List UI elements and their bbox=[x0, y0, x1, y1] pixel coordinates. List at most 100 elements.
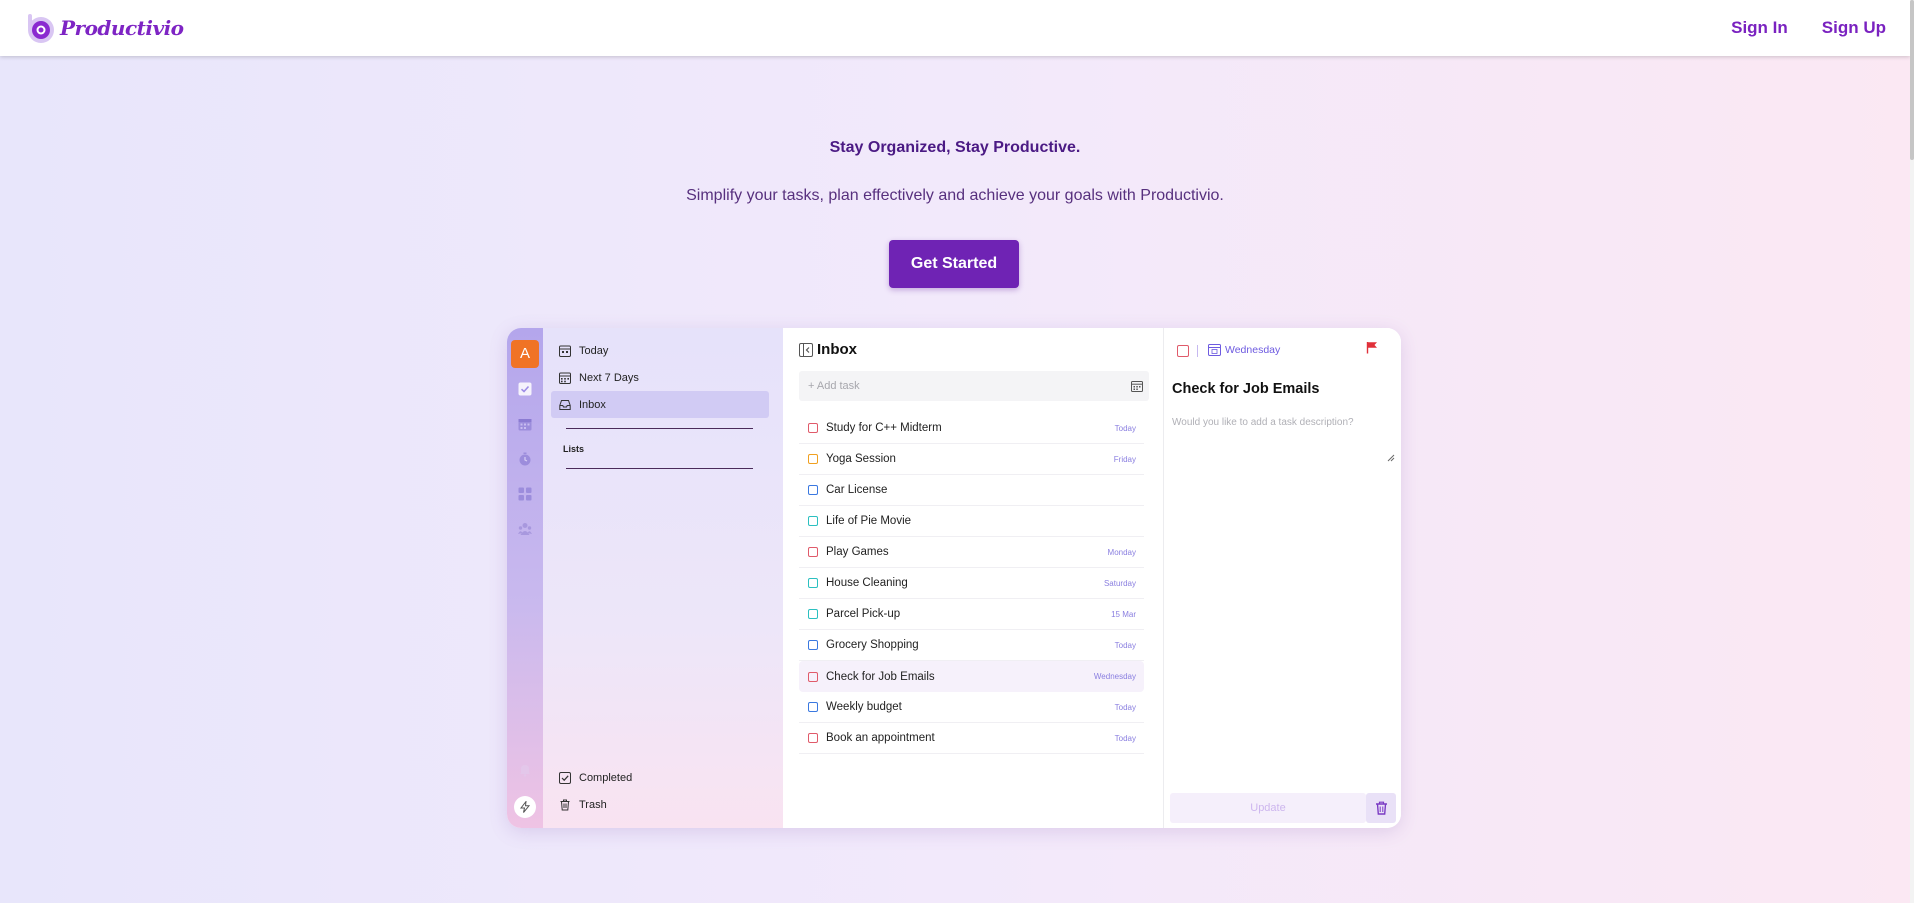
task-due-date: Today bbox=[1114, 640, 1136, 650]
task-title: Check for Job Emails bbox=[826, 670, 935, 683]
task-due-date: Saturday bbox=[1103, 578, 1136, 588]
calendar-icon[interactable] bbox=[1131, 380, 1143, 392]
page-title: Inbox bbox=[817, 341, 857, 358]
get-started-button[interactable]: Get Started bbox=[889, 240, 1019, 288]
due-date-label: Wednesday bbox=[1225, 343, 1281, 356]
task-row-selected[interactable]: Check for Job Emails Wednesday bbox=[799, 661, 1144, 692]
sidebar-item-completed[interactable]: Completed bbox=[551, 764, 769, 791]
team-icon[interactable] bbox=[518, 522, 532, 536]
logo-icon bbox=[26, 12, 58, 44]
calendar-week-icon bbox=[559, 372, 571, 384]
task-due-date: Monday bbox=[1107, 547, 1136, 557]
resize-handle-icon[interactable] bbox=[1387, 454, 1395, 462]
task-checkbox[interactable] bbox=[808, 609, 818, 619]
sign-in-link[interactable]: Sign In bbox=[1731, 18, 1788, 38]
brand-logo[interactable]: Productivio bbox=[26, 12, 184, 44]
task-checkbox[interactable] bbox=[808, 733, 818, 743]
inbox-icon bbox=[559, 399, 571, 410]
check-square-icon bbox=[559, 771, 571, 784]
task-row[interactable]: Parcel Pick-up 15 Mar bbox=[799, 599, 1144, 630]
task-row[interactable]: Car License bbox=[799, 475, 1144, 506]
sidebar: Today Next 7 Days Inbox Lists Completed … bbox=[543, 328, 783, 828]
task-checkbox[interactable] bbox=[808, 671, 818, 682]
task-title: Grocery Shopping bbox=[826, 639, 919, 651]
task-due-date: Today bbox=[1114, 423, 1136, 433]
page-scrollbar[interactable] bbox=[1910, 0, 1914, 903]
add-task-placeholder: + Add task bbox=[808, 380, 860, 392]
task-title: Life of Pie Movie bbox=[826, 515, 912, 527]
task-title: Study for C++ Midterm bbox=[826, 422, 942, 434]
task-title: Play Games bbox=[826, 546, 889, 558]
add-task-input[interactable]: + Add task bbox=[799, 371, 1149, 401]
app-preview: A Today Next 7 Days Inbox Lists Complete… bbox=[507, 328, 1401, 828]
collapse-sidebar-icon[interactable] bbox=[799, 342, 813, 357]
description-input[interactable]: Would you like to add a task description… bbox=[1172, 417, 1354, 428]
task-checkbox[interactable] bbox=[808, 640, 818, 650]
sidebar-item-label: Inbox bbox=[579, 398, 606, 411]
task-checkbox[interactable] bbox=[808, 423, 818, 433]
task-row[interactable]: Yoga Session Friday bbox=[799, 444, 1144, 475]
bolt-icon[interactable] bbox=[514, 796, 536, 818]
trash-icon bbox=[1375, 801, 1387, 815]
sidebar-item-trash[interactable]: Trash bbox=[551, 791, 769, 818]
task-row[interactable]: Play Games Monday bbox=[799, 537, 1144, 568]
delete-task-button[interactable] bbox=[1366, 793, 1396, 823]
update-button[interactable]: Update bbox=[1170, 793, 1366, 823]
check-square-icon[interactable] bbox=[518, 382, 532, 396]
avatar[interactable]: A bbox=[511, 340, 539, 368]
task-due-date: Today bbox=[1114, 733, 1136, 743]
task-row[interactable]: Book an appointment Today bbox=[799, 723, 1144, 754]
task-title: Weekly budget bbox=[826, 701, 902, 713]
sidebar-item-inbox[interactable]: Inbox bbox=[551, 391, 769, 418]
task-due-date: Today bbox=[1114, 702, 1136, 712]
bell-icon[interactable] bbox=[518, 763, 532, 777]
task-due-date: 15 Mar bbox=[1111, 609, 1136, 619]
sidebar-item-label: Today bbox=[579, 344, 609, 357]
grid-icon[interactable] bbox=[518, 487, 532, 501]
due-date-picker[interactable]: Wednesday bbox=[1208, 343, 1280, 356]
brand-name: Productivio bbox=[60, 16, 184, 40]
sidebar-item-today[interactable]: Today bbox=[551, 337, 769, 364]
task-row[interactable]: House Cleaning Saturday bbox=[799, 568, 1144, 599]
top-navbar: Productivio Sign In Sign Up bbox=[0, 0, 1910, 56]
task-title: Book an appointment bbox=[826, 732, 935, 744]
calendar-icon bbox=[1208, 344, 1221, 356]
task-list-panel: Inbox + Add task Study for C++ Midterm T… bbox=[783, 328, 1163, 828]
hero-subtitle: Simplify your tasks, plan effectively an… bbox=[686, 187, 1224, 204]
sidebar-item-label: Completed bbox=[579, 771, 633, 784]
lists-label: Lists bbox=[563, 444, 585, 454]
task-checkbox[interactable] bbox=[808, 547, 818, 557]
task-row[interactable]: Life of Pie Movie bbox=[799, 506, 1144, 537]
sidebar-item-next-7-days[interactable]: Next 7 Days bbox=[551, 364, 769, 391]
task-detail-panel: Wednesday Check for Job Emails Would you… bbox=[1163, 328, 1401, 828]
timer-icon[interactable] bbox=[518, 452, 532, 466]
task-checkbox[interactable] bbox=[808, 516, 818, 526]
calendar-icon[interactable] bbox=[518, 417, 532, 431]
sidebar-item-label: Next 7 Days bbox=[579, 371, 639, 384]
icon-rail: A bbox=[507, 328, 543, 828]
task-row[interactable]: Weekly budget Today bbox=[799, 692, 1144, 723]
sign-up-link[interactable]: Sign Up bbox=[1822, 18, 1886, 38]
scrollbar-thumb[interactable] bbox=[1910, 0, 1914, 160]
detail-title[interactable]: Check for Job Emails bbox=[1172, 381, 1319, 397]
task-checkbox[interactable] bbox=[808, 454, 818, 464]
task-due-date: Friday bbox=[1113, 454, 1136, 464]
task-title: Parcel Pick-up bbox=[826, 608, 901, 620]
sidebar-divider bbox=[566, 468, 753, 469]
task-title: House Cleaning bbox=[826, 577, 908, 589]
task-checkbox[interactable] bbox=[808, 702, 818, 712]
task-checkbox[interactable] bbox=[808, 578, 818, 588]
task-checkbox[interactable] bbox=[808, 485, 818, 495]
sidebar-item-label: Trash bbox=[579, 798, 607, 811]
hero-title: Stay Organized, Stay Productive. bbox=[829, 139, 1081, 156]
task-row[interactable]: Study for C++ Midterm Today bbox=[799, 413, 1144, 444]
task-row[interactable]: Grocery Shopping Today bbox=[799, 630, 1144, 661]
flag-icon[interactable] bbox=[1366, 341, 1378, 354]
detail-checkbox[interactable] bbox=[1177, 345, 1189, 357]
trash-icon bbox=[560, 799, 570, 810]
task-title: Car License bbox=[826, 484, 888, 496]
auth-links: Sign In Sign Up bbox=[1697, 18, 1886, 38]
panel-header: Inbox bbox=[799, 341, 857, 358]
detail-separator bbox=[1197, 345, 1198, 357]
task-title: Yoga Session bbox=[826, 453, 896, 465]
